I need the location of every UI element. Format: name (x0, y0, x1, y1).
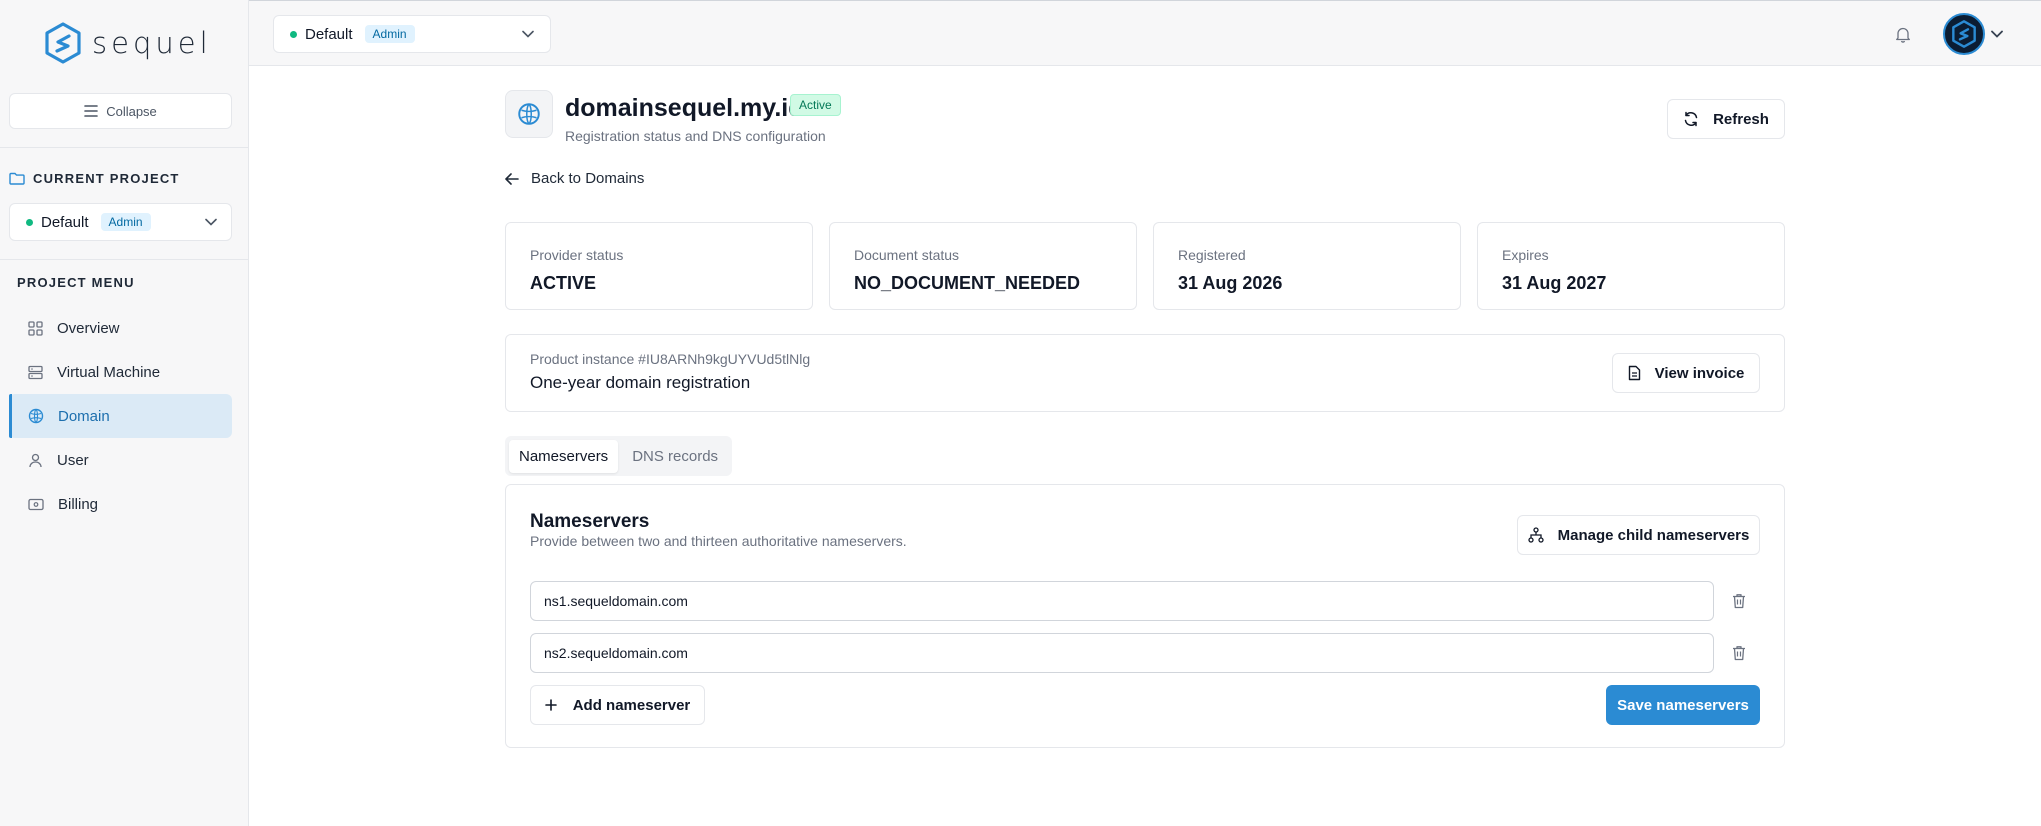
nameserver-row (530, 581, 1750, 621)
globe-icon (28, 408, 44, 424)
stat-value: ACTIVE (530, 273, 597, 293)
divider (0, 259, 249, 260)
project-menu-title: PROJECT MENU (17, 275, 135, 290)
nameserver-input-2[interactable] (530, 633, 1714, 673)
stat-value: NO_DOCUMENT_NEEDED (854, 273, 1081, 293)
view-invoice-label: View invoice (1654, 364, 1745, 382)
back-label: Back to Domains (531, 170, 645, 187)
topbar-project-select[interactable]: Default Admin (273, 15, 551, 53)
add-nameserver-button[interactable]: Add nameserver (530, 685, 705, 725)
server-icon (28, 365, 43, 379)
sidebar-item-label: User (57, 451, 89, 469)
refresh-button[interactable]: Refresh (1667, 99, 1785, 139)
bell-icon[interactable] (1895, 26, 1911, 43)
refresh-label: Refresh (1713, 110, 1769, 128)
nameservers-title: Nameservers (530, 511, 650, 532)
page-title: domainsequel.my.id (565, 94, 804, 122)
sidebar-item-label: Billing (58, 495, 99, 513)
role-badge: Admin (100, 213, 151, 231)
page-header: domainsequel.my.id Active Registration s… (505, 90, 1785, 150)
nameservers-card: Nameservers Provide between two and thir… (505, 484, 1785, 748)
stat-value: 31 Aug 2027 (1502, 273, 1607, 293)
globe-icon (518, 103, 540, 125)
domain-tabs: Nameservers DNS records (505, 436, 733, 476)
menu-icon (84, 105, 99, 117)
sidebar: sequel Collapse CURRENT PROJECT Default … (0, 0, 249, 826)
collapse-label: Collapse (106, 103, 157, 119)
chevron-down-icon (522, 30, 534, 38)
sidebar-item-label: Overview (57, 319, 120, 337)
grid-icon (28, 320, 43, 336)
project-name: Default (305, 25, 353, 43)
sidebar-item-virtual-machine[interactable]: Virtual Machine (9, 350, 232, 394)
trash-icon[interactable] (1732, 645, 1746, 661)
stat-label: Provider status (530, 247, 624, 263)
sidebar-project-select[interactable]: Default Admin (9, 203, 232, 241)
status-dot (26, 218, 33, 226)
chevron-down-icon (1991, 30, 2003, 38)
stat-provider-status: Provider status ACTIVE (505, 222, 813, 310)
nameserver-input-1[interactable] (530, 581, 1714, 621)
sidebar-item-billing[interactable]: Billing (9, 482, 232, 526)
document-icon (1628, 365, 1640, 381)
sidebar-item-user[interactable]: User (9, 438, 232, 482)
current-project-title: CURRENT PROJECT (9, 171, 180, 186)
page-subtitle: Registration status and DNS configuratio… (565, 128, 826, 144)
project-menu: Overview Virtual Machine Domain User Bil… (9, 306, 232, 526)
topbar-actions (1895, 13, 2003, 55)
user-menu[interactable] (1943, 13, 2003, 55)
nameserver-row (530, 633, 1750, 673)
product-instance-name: One-year domain registration (530, 373, 751, 392)
product-instance-id: Product instance #IU8ARNh9kgUYVUd5tlNlg (530, 351, 811, 367)
nameservers-description: Provide between two and thirteen authori… (530, 533, 907, 549)
manage-child-label: Manage child nameservers (1557, 526, 1750, 544)
topbar: Default Admin (249, 0, 2041, 66)
role-badge: Admin (364, 25, 415, 43)
brand-logo[interactable]: sequel (44, 22, 212, 64)
manage-child-nameservers-button[interactable]: Manage child nameservers (1517, 515, 1760, 555)
stat-value: 31 Aug 2026 (1178, 273, 1283, 293)
stat-label: Document status (854, 247, 960, 263)
sidebar-item-overview[interactable]: Overview (9, 306, 232, 350)
plus-icon (544, 699, 557, 711)
product-instance-card: Product instance #IU8ARNh9kgUYVUd5tlNlg … (505, 334, 1785, 412)
sidebar-item-label: Virtual Machine (57, 363, 161, 381)
avatar-icon (1952, 20, 1976, 48)
view-invoice-button[interactable]: View invoice (1612, 353, 1760, 393)
divider (0, 147, 249, 148)
stat-label: Registered (1178, 247, 1246, 263)
refresh-icon (1684, 111, 1698, 127)
add-nameserver-label: Add nameserver (572, 696, 691, 714)
arrow-left-icon (505, 172, 519, 185)
sidebar-item-label: Domain (58, 407, 110, 425)
save-nameservers-button[interactable]: Save nameservers (1606, 685, 1760, 725)
domain-stats: Provider status ACTIVE Document status N… (505, 222, 1785, 310)
sidebar-item-domain[interactable]: Domain (9, 394, 232, 438)
collapse-button[interactable]: Collapse (9, 93, 232, 129)
chevron-down-icon (205, 218, 217, 226)
sequel-logo-icon (45, 22, 81, 64)
stat-expires: Expires 31 Aug 2027 (1477, 222, 1785, 310)
trash-icon[interactable] (1732, 593, 1746, 609)
current-project-label: CURRENT PROJECT (33, 171, 180, 186)
project-name: Default (41, 213, 89, 231)
status-dot (290, 30, 297, 38)
user-icon (29, 453, 42, 467)
tab-nameservers[interactable]: Nameservers (509, 439, 619, 473)
back-to-domains-link[interactable]: Back to Domains (505, 170, 644, 187)
sitemap-icon (1527, 527, 1544, 543)
avatar (1943, 13, 1985, 55)
stat-document-status: Document status NO_DOCUMENT_NEEDED (829, 222, 1137, 310)
folder-icon (9, 172, 25, 185)
brand-name: sequel (92, 26, 212, 60)
wallet-icon (28, 498, 44, 510)
tab-dns-records[interactable]: DNS records (622, 440, 728, 473)
stat-label: Expires (1502, 247, 1549, 263)
stat-registered: Registered 31 Aug 2026 (1153, 222, 1461, 310)
status-badge: Active (790, 94, 841, 116)
domain-avatar (505, 90, 553, 138)
